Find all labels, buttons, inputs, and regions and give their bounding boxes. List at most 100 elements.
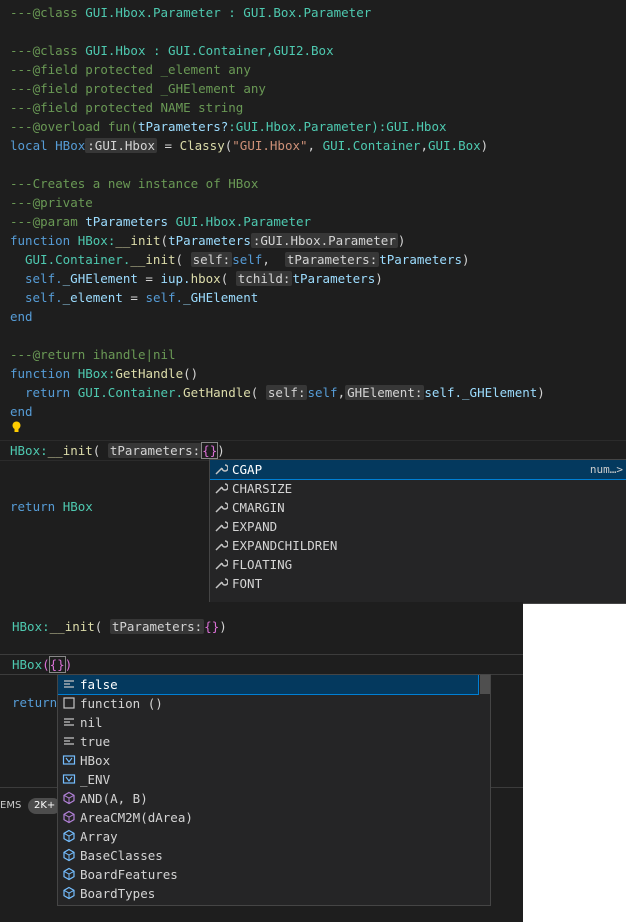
suggest-item-expandchildren[interactable]: EXPANDCHILDREN: [210, 536, 626, 555]
function-name: __init: [130, 252, 176, 267]
code-line-1: HBox:__init( tParameters:{}): [12, 617, 227, 636]
wrench-icon: [215, 559, 228, 570]
suggest-item-cmargin[interactable]: CMARGIN: [210, 498, 626, 517]
paren: (: [250, 385, 266, 400]
comment-text: protected: [85, 81, 161, 96]
comment-text: ihandle|nil: [92, 347, 176, 362]
suggest-label: HBox: [80, 753, 111, 768]
paren: (: [42, 657, 50, 672]
suggest-item-hbox[interactable]: HBox: [58, 751, 490, 770]
comment-text: ---@class: [10, 43, 86, 58]
suggest-widget-top[interactable]: CGAP num…> CHARSIZE CMARGIN EXPAND EXPAND…: [209, 459, 626, 604]
suggest-label: BoardFeatures: [80, 867, 178, 882]
separator: ,: [337, 385, 346, 400]
suggest-item-function[interactable]: function (): [58, 694, 490, 713]
suggest-item-expand[interactable]: EXPAND: [210, 517, 626, 536]
suggest-item-array[interactable]: Array: [58, 827, 490, 846]
suggest-label: function (): [80, 696, 163, 711]
type-text: GUI.Hbox : GUI.Container,GUI2.Box: [85, 43, 334, 58]
comment-text: _GHElement any: [160, 81, 266, 96]
inlay-hint: GHElement:: [345, 385, 425, 400]
code-line-6: ---@overload fun(tParameters?:GUI.Hbox.P…: [10, 117, 447, 136]
suggest-item-and[interactable]: AND(A, B): [58, 789, 490, 808]
keyword-icon: [64, 737, 74, 745]
code-line-5: ---@field protected NAME string: [10, 98, 243, 117]
code-line-12: GUI.Container.__init( self: self, tParame…: [10, 250, 470, 269]
code-line-3: ---@field protected _element any: [10, 60, 251, 79]
paren: ): [219, 619, 227, 634]
wrench-icon: [215, 521, 228, 532]
code-line-21: return HBox: [10, 497, 93, 516]
suggest-item-nil[interactable]: nil: [58, 713, 490, 732]
param-text: tParameters: [292, 271, 376, 286]
identifier-text: GUI.Container.: [77, 385, 184, 400]
paren: (): [183, 366, 199, 381]
suggest-item-boardtypes[interactable]: BoardTypes: [58, 884, 490, 903]
method-icon: [63, 791, 75, 805]
identifier-text: iup.: [160, 271, 191, 286]
keyword-text: return: [10, 499, 63, 514]
suggest-label: BaseClasses: [80, 848, 163, 863]
param-text: tParameters: [379, 252, 463, 267]
comment-text: ---@param: [10, 214, 86, 229]
suggest-item-false[interactable]: false: [58, 675, 479, 695]
inlay-hint: :GUI.Hbox: [85, 138, 157, 153]
type-text: :GUI.Hbox.Parameter):GUI.Hbox: [228, 119, 447, 134]
paren: ): [480, 138, 489, 153]
identifier-text: GUI.Container.: [25, 252, 131, 267]
comment-text: ---@field: [10, 100, 86, 115]
suggest-scrollbar[interactable]: [480, 675, 490, 694]
variable-icon: [62, 774, 76, 784]
suggest-label: CMARGIN: [232, 500, 285, 515]
keyword-text: return: [12, 695, 58, 710]
suggest-item-font[interactable]: FONT: [210, 574, 626, 593]
identifier-text: self.: [145, 290, 184, 305]
paren: (: [94, 619, 110, 634]
lightbulb-icon[interactable]: [11, 421, 22, 433]
paren: ): [397, 233, 406, 248]
suggest-item-boardfeatures[interactable]: BoardFeatures: [58, 865, 490, 884]
suggest-item-baseclasses[interactable]: BaseClasses: [58, 846, 490, 865]
suggest-item-areacm2m[interactable]: AreaCM2M(dArea): [58, 808, 490, 827]
inlay-hint: :GUI.Hbox.Parameter: [250, 233, 398, 248]
suggest-widget-bottom[interactable]: false function () nil true HBox _ENV AND…: [57, 674, 491, 906]
separator: ,: [307, 138, 323, 153]
code-line-2-current[interactable]: HBox({}): [12, 655, 72, 674]
keyword-text: function: [10, 233, 78, 248]
inlay-hint: tchild:: [235, 271, 293, 286]
paren: ): [375, 271, 383, 286]
type-text: GUI.Box: [427, 138, 481, 153]
suggest-item-true[interactable]: true: [58, 732, 490, 751]
comment-text: ---Creates a new instance of HBox: [10, 176, 259, 191]
suggest-item-cgap[interactable]: CGAP num…>: [210, 460, 626, 480]
suggest-item-env[interactable]: _ENV: [58, 770, 490, 789]
code-line-13: self._GHElement = iup.hbox( tchild: tPara…: [10, 269, 383, 288]
keyword-icon: [64, 680, 74, 688]
identifier-text: self: [232, 252, 263, 267]
suggest-label: AND(A, B): [80, 791, 148, 806]
code-line-20-current[interactable]: HBox:__init( tParameters:{}): [0, 440, 626, 461]
keyword-text: end: [10, 309, 33, 324]
suggest-item-charsize[interactable]: CHARSIZE: [210, 479, 626, 498]
comment-text: ---@class: [10, 5, 86, 20]
identifier-text: HBox: [12, 657, 43, 672]
comment-text: NAME string: [160, 100, 244, 115]
keyword-text: local: [10, 138, 56, 153]
code-line-18: return GUI.Container.GetHandle( self: sel…: [10, 383, 545, 402]
function-name: __init: [49, 619, 95, 634]
code-line-9: ---@private: [10, 193, 93, 212]
comment-text: ---@field: [10, 62, 86, 77]
suggest-detail[interactable]: num…>: [590, 460, 623, 479]
inlay-hint: self:: [265, 385, 308, 400]
code-line-14: self._element = self._GHElement: [10, 288, 258, 307]
comment-text: ---@private: [10, 195, 93, 210]
param-text: tParameters: [85, 214, 176, 229]
problems-tab-label[interactable]: EMS: [0, 800, 21, 811]
operator-text: =: [157, 138, 180, 153]
editor-top[interactable]: ---@class GUI.Hbox.Parameter : GUI.Box.P…: [0, 0, 626, 604]
suggest-item-floating[interactable]: FLOATING: [210, 555, 626, 574]
module-icon: [63, 848, 75, 862]
comment-text: protected: [85, 100, 161, 115]
comment-text: ---@field: [10, 81, 86, 96]
identifier-text: HBox:: [12, 619, 50, 634]
